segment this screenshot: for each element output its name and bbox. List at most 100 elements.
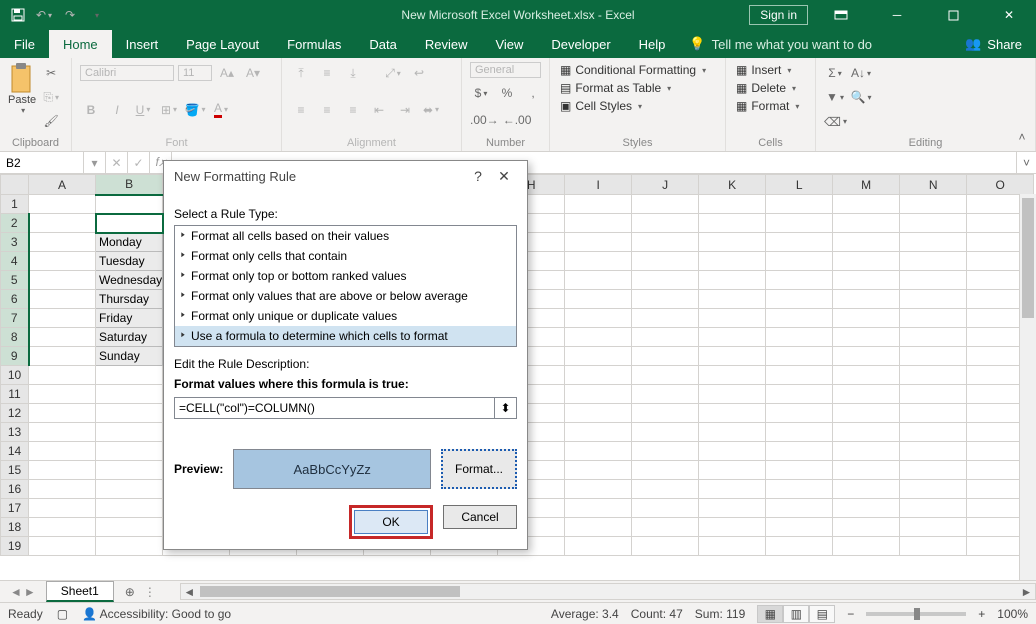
cell-B7[interactable]: Friday <box>96 309 163 328</box>
dialog-help-icon[interactable]: ? <box>465 168 491 184</box>
cell-M4[interactable] <box>833 252 900 271</box>
cell-B1[interactable] <box>96 195 163 214</box>
rule-type-option-0[interactable]: Format all cells based on their values <box>175 226 516 246</box>
align-right-icon[interactable]: ≡ <box>342 99 364 121</box>
insert-cells-button[interactable]: ▦Insert▾ <box>734 62 807 78</box>
cell-M1[interactable] <box>833 195 900 214</box>
redo-icon[interactable]: ↷ <box>58 3 82 27</box>
undo-icon[interactable]: ↶▾ <box>32 3 56 27</box>
cell-A2[interactable] <box>29 214 96 233</box>
cell-B9[interactable]: Sunday <box>96 347 163 366</box>
page-layout-view-icon[interactable]: ▥ <box>783 605 809 623</box>
cell-L12[interactable] <box>766 404 833 423</box>
clear-icon[interactable]: ⌫▾ <box>824 111 847 133</box>
qat-customize-icon[interactable]: ▾ <box>84 3 108 27</box>
row-header-12[interactable]: 12 <box>1 404 29 423</box>
cell-B19[interactable] <box>96 537 163 556</box>
share-button[interactable]: 👥 Share <box>951 30 1036 58</box>
col-header-B[interactable]: B <box>96 175 163 195</box>
maximize-icon[interactable] <box>930 0 976 30</box>
cell-L10[interactable] <box>766 366 833 385</box>
collapse-ribbon-icon[interactable]: ˄ <box>1012 127 1032 147</box>
col-header-A[interactable]: A <box>29 175 96 195</box>
cell-N5[interactable] <box>900 271 967 290</box>
cell-M6[interactable] <box>833 290 900 309</box>
cell-B10[interactable] <box>96 366 163 385</box>
rule-type-option-5[interactable]: Use a formula to determine which cells t… <box>175 326 516 346</box>
row-header-4[interactable]: 4 <box>1 252 29 271</box>
hscroll-left-icon[interactable]: ◄ <box>181 584 198 599</box>
zoom-in-icon[interactable]: + <box>978 607 985 621</box>
tab-formulas[interactable]: Formulas <box>273 30 355 58</box>
cell-J6[interactable] <box>632 290 699 309</box>
cell-K18[interactable] <box>699 518 766 537</box>
scrollbar-thumb[interactable] <box>1022 198 1034 318</box>
borders-icon[interactable]: ⊞▾ <box>158 99 180 121</box>
font-size-combo[interactable]: 11 <box>178 65 212 81</box>
formula-input-field[interactable]: ⬍ <box>174 397 517 419</box>
cell-I5[interactable] <box>565 271 632 290</box>
cell-I12[interactable] <box>565 404 632 423</box>
tab-data[interactable]: Data <box>355 30 410 58</box>
cell-B14[interactable] <box>96 442 163 461</box>
tab-developer[interactable]: Developer <box>537 30 624 58</box>
cell-B13[interactable] <box>96 423 163 442</box>
cell-I6[interactable] <box>565 290 632 309</box>
cell-N3[interactable] <box>900 233 967 252</box>
select-all-corner[interactable] <box>1 175 29 195</box>
row-header-15[interactable]: 15 <box>1 461 29 480</box>
macro-record-icon[interactable]: ▢ <box>57 607 68 621</box>
cell-I17[interactable] <box>565 499 632 518</box>
cell-I4[interactable] <box>565 252 632 271</box>
tell-me-search[interactable]: 💡 Tell me what you want to do <box>679 30 872 58</box>
expand-formula-bar-icon[interactable]: ˅ <box>1016 152 1036 173</box>
cell-I1[interactable] <box>565 195 632 214</box>
cell-A15[interactable] <box>29 461 96 480</box>
row-header-2[interactable]: 2 <box>1 214 29 233</box>
cell-N12[interactable] <box>900 404 967 423</box>
cell-K5[interactable] <box>699 271 766 290</box>
font-color-icon[interactable]: A▾ <box>210 99 232 121</box>
underline-icon[interactable]: U▾ <box>132 99 154 121</box>
cell-K3[interactable] <box>699 233 766 252</box>
row-header-3[interactable]: 3 <box>1 233 29 252</box>
cell-J16[interactable] <box>632 480 699 499</box>
row-header-9[interactable]: 9 <box>1 347 29 366</box>
cell-I18[interactable] <box>565 518 632 537</box>
cell-K11[interactable] <box>699 385 766 404</box>
sheet-nav-prev-icon[interactable]: ◄ <box>10 585 22 599</box>
cell-K2[interactable] <box>699 214 766 233</box>
close-icon[interactable]: ✕ <box>986 0 1032 30</box>
cell-M3[interactable] <box>833 233 900 252</box>
decrease-font-icon[interactable]: A▾ <box>242 62 264 84</box>
format-cells-button[interactable]: ▦Format▾ <box>734 98 807 114</box>
cell-J4[interactable] <box>632 252 699 271</box>
cell-K13[interactable] <box>699 423 766 442</box>
cell-J19[interactable] <box>632 537 699 556</box>
cell-N16[interactable] <box>900 480 967 499</box>
cell-L4[interactable] <box>766 252 833 271</box>
new-sheet-button[interactable]: ⊕ <box>120 582 140 602</box>
ok-button[interactable]: OK <box>354 510 428 534</box>
row-header-10[interactable]: 10 <box>1 366 29 385</box>
cell-K17[interactable] <box>699 499 766 518</box>
cell-A11[interactable] <box>29 385 96 404</box>
increase-font-icon[interactable]: A▴ <box>216 62 238 84</box>
hscroll-right-icon[interactable]: ► <box>1018 584 1035 599</box>
row-header-11[interactable]: 11 <box>1 385 29 404</box>
col-header-M[interactable]: M <box>833 175 900 195</box>
col-header-O[interactable]: O <box>967 175 1034 195</box>
row-header-1[interactable]: 1 <box>1 195 29 214</box>
align-bottom-icon[interactable]: ⤓ <box>342 62 364 84</box>
cell-K19[interactable] <box>699 537 766 556</box>
cell-J9[interactable] <box>632 347 699 366</box>
formula-textbox[interactable] <box>175 398 494 418</box>
cell-A17[interactable] <box>29 499 96 518</box>
cell-M7[interactable] <box>833 309 900 328</box>
cell-I13[interactable] <box>565 423 632 442</box>
bold-icon[interactable]: B <box>80 99 102 121</box>
cell-N10[interactable] <box>900 366 967 385</box>
cell-I3[interactable] <box>565 233 632 252</box>
cell-B15[interactable] <box>96 461 163 480</box>
cell-B12[interactable] <box>96 404 163 423</box>
